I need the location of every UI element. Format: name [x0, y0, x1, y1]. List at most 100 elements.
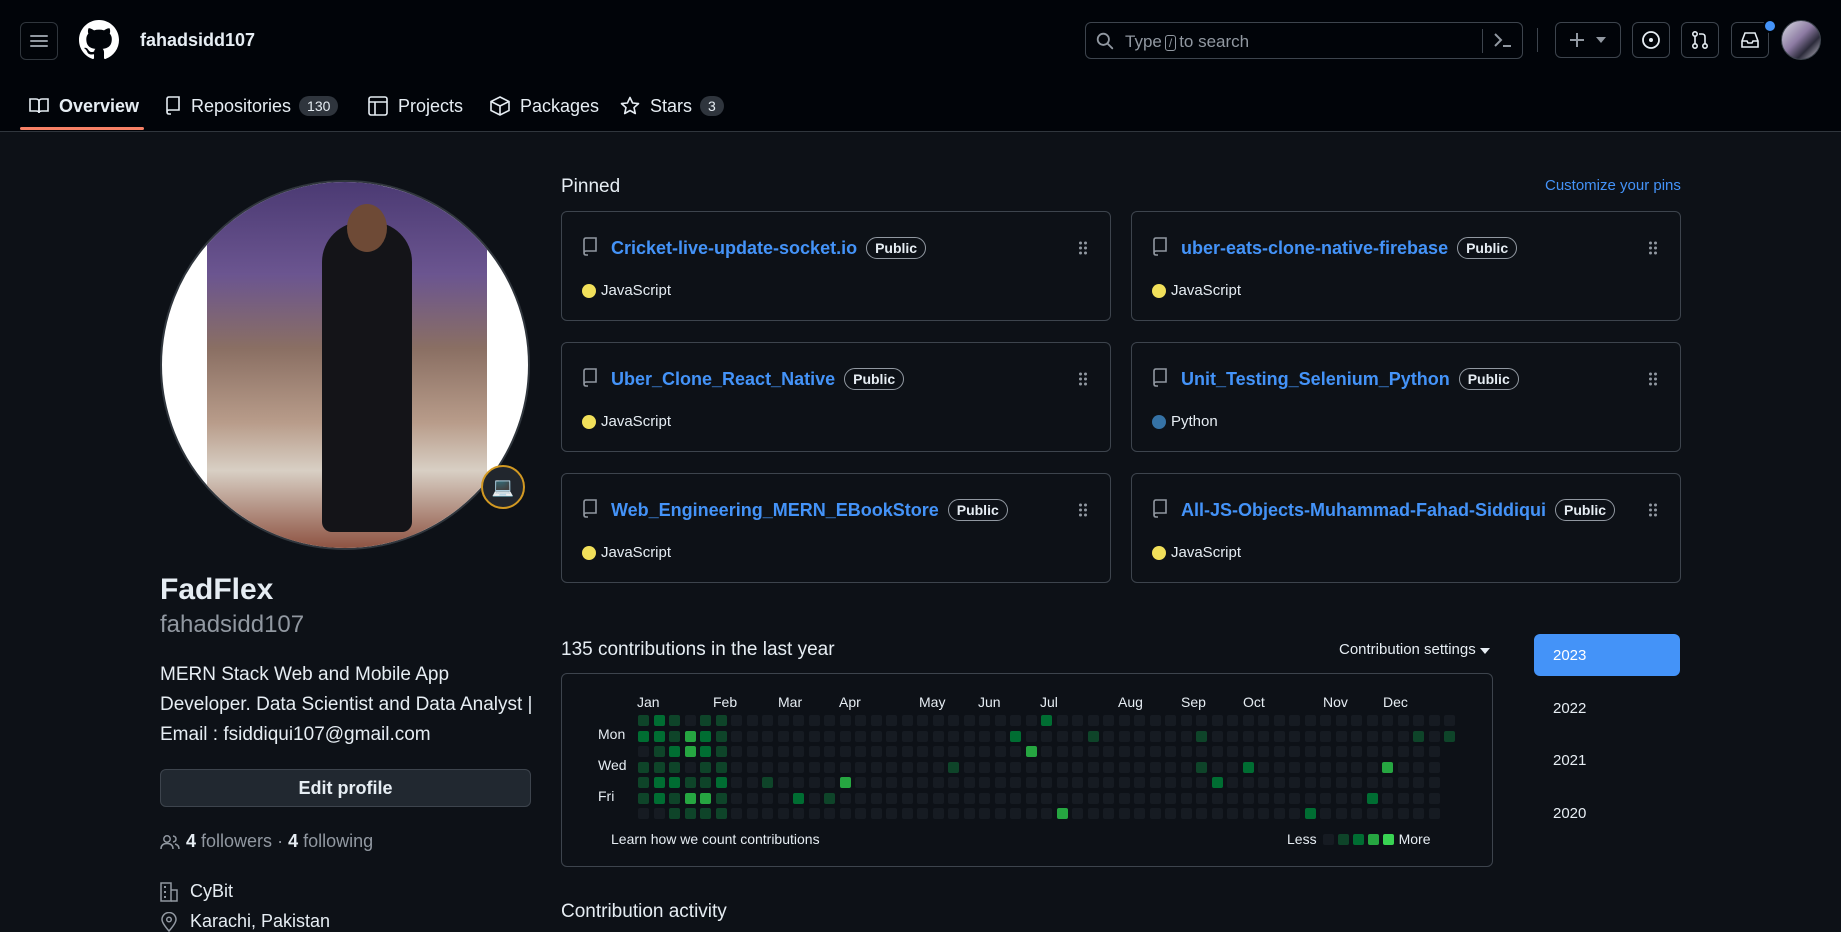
contribution-day[interactable]	[1134, 715, 1145, 726]
contribution-day[interactable]	[653, 715, 665, 726]
grabber-icon[interactable]	[1648, 371, 1658, 387]
contribution-day[interactable]	[1087, 792, 1099, 804]
contribution-day[interactable]	[669, 715, 680, 726]
contribution-day[interactable]	[1025, 761, 1037, 773]
contribution-day[interactable]	[1304, 808, 1316, 819]
contribution-day[interactable]	[1444, 715, 1455, 726]
contribution-day[interactable]	[793, 808, 804, 819]
contribution-day[interactable]	[731, 730, 742, 742]
contribution-day[interactable]	[1180, 792, 1192, 804]
contribution-day[interactable]	[901, 777, 913, 788]
contribution-day[interactable]	[808, 761, 820, 773]
contribution-day[interactable]	[1025, 715, 1037, 726]
contribution-day[interactable]	[855, 777, 866, 788]
contribution-day[interactable]	[917, 715, 928, 726]
contribution-day[interactable]	[1041, 777, 1052, 788]
contribution-day[interactable]	[1227, 761, 1238, 773]
contribution-day[interactable]	[1103, 715, 1114, 726]
contribution-day[interactable]	[1351, 792, 1362, 804]
contribution-day[interactable]	[1366, 715, 1378, 726]
contribution-day[interactable]	[1304, 777, 1316, 788]
contribution-day[interactable]	[1413, 715, 1424, 726]
contribution-day[interactable]	[824, 792, 835, 804]
contribution-day[interactable]	[1304, 730, 1316, 742]
contribution-day[interactable]	[793, 715, 804, 726]
contribution-day[interactable]	[1103, 792, 1114, 804]
contribution-day[interactable]	[1397, 792, 1409, 804]
contribution-day[interactable]	[1118, 730, 1130, 742]
contribution-day[interactable]	[932, 746, 944, 757]
contribution-day[interactable]	[715, 792, 727, 804]
contribution-day[interactable]	[1010, 730, 1021, 742]
tab-stars[interactable]: Stars 3	[620, 84, 724, 128]
contribution-day[interactable]	[1258, 730, 1269, 742]
contribution-day[interactable]	[1103, 808, 1114, 819]
followers-link[interactable]: 4 followers	[186, 831, 272, 852]
header-username[interactable]: fahadsidd107	[140, 30, 255, 51]
contribution-day[interactable]	[684, 746, 696, 757]
contribution-day[interactable]	[963, 777, 975, 788]
contribution-day[interactable]	[1103, 777, 1114, 788]
contribution-day[interactable]	[1196, 792, 1207, 804]
contribution-day[interactable]	[1211, 746, 1223, 757]
contribution-day[interactable]	[824, 715, 835, 726]
contribution-day[interactable]	[1072, 715, 1083, 726]
contribution-day[interactable]	[948, 808, 959, 819]
contribution-day[interactable]	[746, 808, 758, 819]
contribution-day[interactable]	[1165, 792, 1176, 804]
contribution-day[interactable]	[886, 715, 897, 726]
contribution-day[interactable]	[1242, 808, 1254, 819]
contribution-day[interactable]	[1258, 715, 1269, 726]
contribution-day[interactable]	[1010, 746, 1021, 757]
pull-requests-button[interactable]	[1681, 22, 1719, 58]
contribution-day[interactable]	[1304, 715, 1316, 726]
contribution-day[interactable]	[700, 808, 711, 819]
contribution-day[interactable]	[1273, 792, 1285, 804]
contribution-day[interactable]	[994, 792, 1006, 804]
contribution-day[interactable]	[1072, 730, 1083, 742]
contribution-day[interactable]	[746, 761, 758, 773]
contribution-day[interactable]	[1397, 777, 1409, 788]
contribution-day[interactable]	[762, 792, 773, 804]
contribution-day[interactable]	[1010, 715, 1021, 726]
contribution-day[interactable]	[1289, 777, 1300, 788]
contribution-day[interactable]	[1072, 777, 1083, 788]
contribution-day[interactable]	[901, 730, 913, 742]
contribution-day[interactable]	[1165, 777, 1176, 788]
contribution-day[interactable]	[1103, 730, 1114, 742]
contribution-day[interactable]	[669, 792, 680, 804]
contribution-day[interactable]	[1351, 746, 1362, 757]
contribution-day[interactable]	[777, 730, 789, 742]
contribution-day[interactable]	[1397, 730, 1409, 742]
contribution-day[interactable]	[963, 730, 975, 742]
contribution-day[interactable]	[855, 761, 866, 773]
contribution-day[interactable]	[808, 715, 820, 726]
pinned-repo-link[interactable]: Web_Engineering_MERN_EBookStore Public	[611, 499, 1008, 521]
contribution-day[interactable]	[963, 808, 975, 819]
contribution-day[interactable]	[994, 777, 1006, 788]
contribution-day[interactable]	[886, 777, 897, 788]
contribution-day[interactable]	[808, 808, 820, 819]
contribution-day[interactable]	[1180, 808, 1192, 819]
contribution-day[interactable]	[777, 777, 789, 788]
contribution-day[interactable]	[979, 792, 990, 804]
contribution-day[interactable]	[808, 730, 820, 742]
contribution-day[interactable]	[948, 715, 959, 726]
contribution-day[interactable]	[855, 715, 866, 726]
contribution-day[interactable]	[762, 730, 773, 742]
contribution-day[interactable]	[746, 777, 758, 788]
contribution-day[interactable]	[653, 792, 665, 804]
contribution-day[interactable]	[1320, 792, 1331, 804]
contribution-day[interactable]	[1056, 730, 1068, 742]
contribution-day[interactable]	[1413, 792, 1424, 804]
contribution-day[interactable]	[1025, 808, 1037, 819]
contribution-day[interactable]	[824, 808, 835, 819]
contribution-day[interactable]	[932, 761, 944, 773]
contribution-day[interactable]	[932, 808, 944, 819]
menu-button[interactable]	[20, 22, 58, 60]
contribution-day[interactable]	[793, 730, 804, 742]
contribution-day[interactable]	[1134, 792, 1145, 804]
contribution-day[interactable]	[669, 746, 680, 757]
contribution-day[interactable]	[1196, 761, 1207, 773]
contribution-day[interactable]	[777, 808, 789, 819]
